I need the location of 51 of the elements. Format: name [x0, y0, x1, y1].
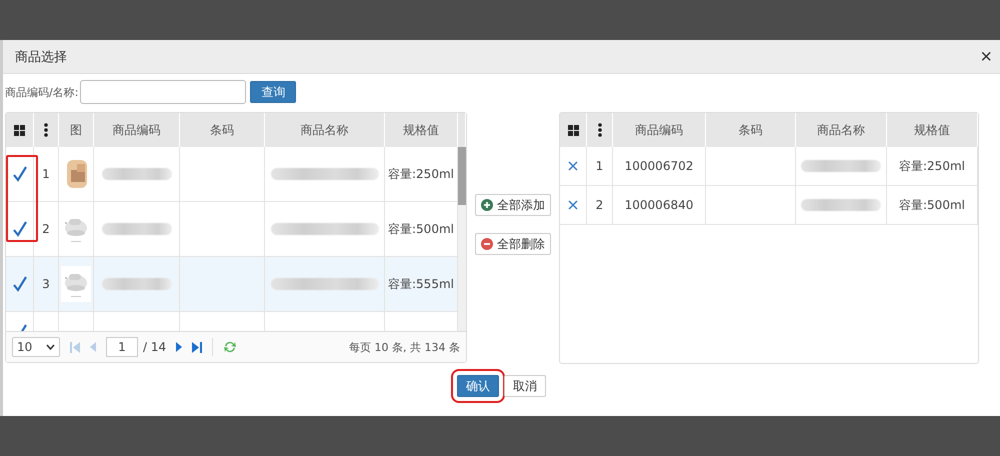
page-size-select[interactable]: 10: [12, 337, 60, 357]
column-header: 商品编码: [635, 122, 683, 138]
caret-icon: [46, 344, 55, 350]
page-count: / 14: [143, 340, 166, 354]
row-number: 2: [42, 222, 50, 236]
remove-all-button[interactable]: 全部删除: [475, 233, 551, 255]
pager-summary: 每页 10 条, 共 134 条: [349, 340, 460, 354]
remove-icon[interactable]: [568, 161, 578, 171]
cancel-button[interactable]: 取消: [504, 375, 546, 397]
search-label: 商品编码/名称:: [5, 84, 78, 100]
column-header: 规格值: [914, 122, 950, 138]
minus-circle-icon: [481, 238, 493, 250]
search-field[interactable]: [80, 80, 246, 104]
checkmark-icon[interactable]: [12, 221, 26, 237]
plus-circle-icon: [481, 199, 493, 211]
product-code: 100006702: [624, 159, 694, 173]
last-page-icon[interactable]: [192, 342, 202, 352]
checkmark-icon[interactable]: [12, 166, 26, 182]
remove-icon[interactable]: [568, 200, 578, 210]
column-header: 图: [70, 122, 82, 138]
row-number: 1: [42, 167, 50, 181]
spec-value: 容量:500ml: [388, 220, 454, 238]
product-code: 100006840: [624, 198, 694, 212]
redacted-code: [102, 223, 172, 235]
column-header: 商品名称: [300, 122, 348, 138]
dialog-title: 商品选择: [15, 48, 67, 66]
redacted-code: [102, 278, 172, 290]
row-number: 2: [596, 198, 604, 212]
more-icon[interactable]: [598, 123, 602, 137]
close-button[interactable]: ×: [980, 46, 992, 66]
next-page-icon[interactable]: [176, 342, 182, 352]
row-number: 3: [42, 277, 50, 291]
column-header: 商品名称: [817, 122, 865, 138]
spec-value: 容量:555ml: [388, 276, 454, 292]
column-header: 条码: [738, 122, 762, 138]
spec-value: 容量:500ml: [899, 196, 965, 214]
redacted-code: [102, 168, 172, 180]
grid-icon[interactable]: [568, 124, 578, 136]
grid-icon[interactable]: [14, 124, 25, 136]
checkmark-icon[interactable]: [12, 276, 26, 292]
spec-value: 容量:250ml: [388, 166, 454, 182]
column-header: 商品编码: [112, 122, 160, 138]
search-button[interactable]: 查询: [250, 81, 296, 103]
more-icon[interactable]: [44, 123, 48, 137]
page-number-field[interactable]: 1: [106, 337, 138, 357]
row-number: 1: [596, 159, 604, 173]
column-header: 规格值: [403, 122, 439, 138]
add-all-button[interactable]: 全部添加: [475, 194, 551, 216]
column-header: 条码: [210, 122, 234, 138]
spec-value: 容量:250ml: [899, 158, 965, 174]
scrollbar-thumb[interactable]: [458, 147, 466, 205]
